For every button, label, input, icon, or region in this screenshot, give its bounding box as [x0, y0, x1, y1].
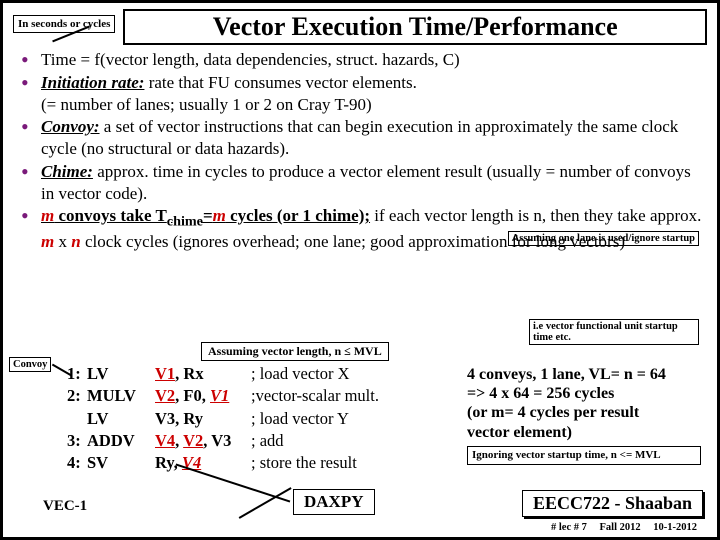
vreg: V2	[155, 386, 175, 405]
bullet-chime: Chime: approx. time in cycles to produce…	[19, 161, 707, 205]
text: cycles (or 1 chime);	[226, 206, 370, 225]
vreg: V1	[155, 364, 175, 383]
text: (= number of lanes; usually 1 or 2 on Cr…	[41, 95, 372, 114]
row-num: 4:	[67, 452, 87, 474]
var-m: m	[41, 232, 54, 251]
code-row-1: 1: LV V1, Rx ; load vector X	[67, 363, 429, 385]
note-one-lane: Assuming one lane is used/ignore startup	[508, 231, 699, 246]
text: =	[203, 206, 213, 225]
bullet-time-fn: Time = f(vector length, data dependencie…	[19, 49, 707, 71]
args: Ry, V4	[155, 452, 251, 474]
text: ,	[175, 431, 183, 450]
note-startup-time: i.e vector functional unit startup time …	[529, 319, 699, 345]
comment: ; store the result	[251, 452, 429, 474]
args: V4, V2, V3	[155, 430, 251, 452]
text: , V3	[203, 431, 231, 450]
aside-ignore-startup: Ignoring vector startup time, n <= MVL	[467, 446, 701, 465]
vreg: V2	[183, 431, 203, 450]
daxpy-label: DAXPY	[293, 489, 375, 515]
comment: ;vector-scalar mult.	[251, 385, 429, 407]
footer: # lec # 7 Fall 2012 10-1-2012	[541, 522, 697, 533]
aside-line: (or m= 4 cycles per result	[467, 403, 701, 422]
bullet-list: Time = f(vector length, data dependencie…	[19, 49, 707, 253]
vreg: V4	[155, 431, 175, 450]
header: In seconds or cycles Vector Execution Ti…	[13, 9, 707, 45]
opcode: LV	[87, 363, 155, 385]
term-initiation-rate: Initiation rate:	[41, 73, 144, 92]
convoy-label: Convoy	[9, 357, 51, 372]
text: a set of vector instructions that can be…	[41, 117, 678, 158]
code-row-2: 2: MULV V2, F0, V1 ;vector-scalar mult.	[67, 385, 429, 407]
row-num: 3:	[67, 430, 87, 452]
bullet-convoy: Convoy: a set of vector instructions tha…	[19, 116, 707, 160]
comment: ; add	[251, 430, 429, 452]
text: Ry,	[155, 453, 182, 472]
code-row-5: 4: SV Ry, V4 ; store the result	[67, 452, 429, 474]
text: rate that FU consumes vector elements.	[144, 73, 416, 92]
note-vector-length: Assuming vector length, n ≤ MVL	[201, 342, 389, 361]
text: if each vector length is n, then they ta…	[370, 206, 701, 225]
code-block: 1: LV V1, Rx ; load vector X 2: MULV V2,…	[67, 363, 429, 474]
foot-lec: # lec # 7	[551, 522, 587, 533]
term-convoy: Convoy:	[41, 117, 100, 136]
comment: ; load vector X	[251, 363, 429, 385]
args: V2, F0, V1	[155, 385, 251, 407]
comment: ; load vector Y	[251, 408, 429, 430]
text: convoys take T	[54, 206, 167, 225]
var-m: m	[41, 206, 54, 225]
tag-seconds-cycles: In seconds or cycles	[13, 15, 115, 33]
aside-calc: 4 conveys, 1 lane, VL= n = 64 => 4 x 64 …	[467, 365, 701, 465]
aside-line: => 4 x 64 = 256 cycles	[467, 384, 701, 403]
vreg: V1	[210, 386, 229, 405]
var-m: m	[213, 206, 226, 225]
text: approx. time in cycles to produce a vect…	[41, 162, 691, 203]
term-chime: Chime:	[41, 162, 93, 181]
sub-chime: chime	[167, 214, 203, 230]
text: , Rx	[175, 364, 203, 383]
opcode: LV	[87, 408, 155, 430]
row-num: 1:	[67, 363, 87, 385]
aside-line: 4 conveys, 1 lane, VL= n = 64	[467, 365, 701, 384]
slide-ref: VEC-1	[43, 498, 87, 515]
opcode: SV	[87, 452, 155, 474]
var-n: n	[71, 232, 80, 251]
slide: In seconds or cycles Vector Execution Ti…	[0, 0, 720, 540]
args: V3, Ry	[155, 408, 251, 430]
code-row-4: 3: ADDV V4, V2, V3 ; add	[67, 430, 429, 452]
page-title: Vector Execution Time/Performance	[123, 9, 707, 45]
opcode: MULV	[87, 385, 155, 407]
course-box: EECC722 - Shaaban	[522, 490, 703, 517]
text: , F0,	[175, 386, 210, 405]
row-num: 2:	[67, 385, 87, 407]
aside-line: vector element)	[467, 423, 701, 442]
bullet-initiation-rate: Initiation rate: rate that FU consumes v…	[19, 72, 707, 116]
opcode: ADDV	[87, 430, 155, 452]
code-row-3: LV V3, Ry ; load vector Y	[67, 408, 429, 430]
foot-term: Fall 2012	[600, 522, 641, 533]
row-num	[67, 408, 87, 430]
text: x	[54, 232, 71, 251]
daxpy-connector-line	[239, 487, 292, 518]
foot-date: 10-1-2012	[653, 522, 697, 533]
args: V1, Rx	[155, 363, 251, 385]
